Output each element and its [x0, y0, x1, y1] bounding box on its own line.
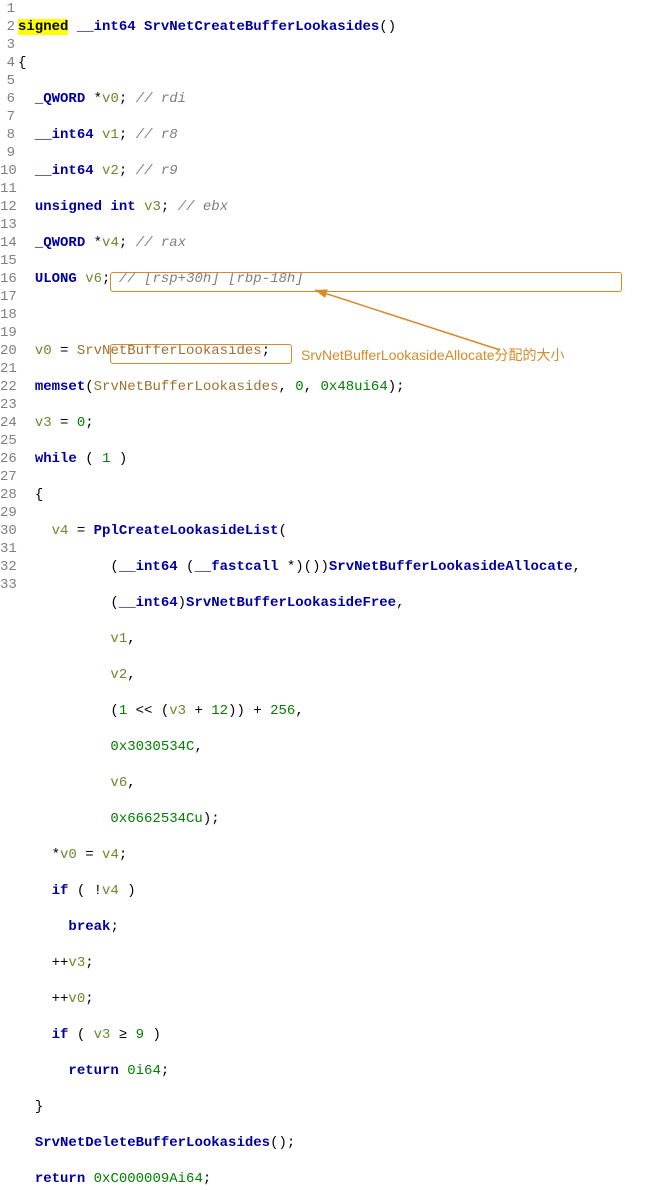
code-line: return 0xC000009Ai64;: [18, 1170, 581, 1188]
line-number: 8: [0, 126, 15, 144]
code-line: unsigned int v3; // ebx: [18, 198, 581, 216]
line-number: 24: [0, 414, 15, 432]
line-number: 5: [0, 72, 15, 90]
code-container: 1 2 3 4 5 6 7 8 9 10 11 12 13 14 15 16 1…: [0, 0, 671, 1190]
line-number: 31: [0, 540, 15, 558]
code-line: v6,: [18, 774, 581, 792]
line-number: 18: [0, 306, 15, 324]
line-number: 1: [0, 0, 15, 18]
line-number: 33: [0, 576, 15, 594]
line-number: 13: [0, 216, 15, 234]
line-number: 6: [0, 90, 15, 108]
line-number: 32: [0, 558, 15, 576]
line-number: 11: [0, 180, 15, 198]
line-number: 27: [0, 468, 15, 486]
code-line: {: [18, 54, 581, 72]
line-number: 30: [0, 522, 15, 540]
code-line: [18, 306, 581, 324]
line-number: 26: [0, 450, 15, 468]
line-number: 12: [0, 198, 15, 216]
comment: // r8: [136, 127, 178, 143]
comment: // rax: [136, 235, 186, 251]
line-number-gutter: 1 2 3 4 5 6 7 8 9 10 11 12 13 14 15 16 1…: [0, 0, 18, 1190]
code-line: _QWORD *v0; // rdi: [18, 90, 581, 108]
code-line: return 0i64;: [18, 1062, 581, 1080]
line-number: 20: [0, 342, 15, 360]
code-line: ++v0;: [18, 990, 581, 1008]
comment: // [rsp+30h] [rbp-18h]: [119, 271, 304, 287]
code-line: (__int64 (__fastcall *)())SrvNetBufferLo…: [18, 558, 581, 576]
code-line: ULONG v6; // [rsp+30h] [rbp-18h]: [18, 270, 581, 288]
code-line: SrvNetDeleteBufferLookasides();: [18, 1134, 581, 1152]
code-line: v2,: [18, 666, 581, 684]
code-line: while ( 1 ): [18, 450, 581, 468]
code-line: *v0 = v4;: [18, 846, 581, 864]
code-line: if ( v3 ≥ 9 ): [18, 1026, 581, 1044]
line-number: 9: [0, 144, 15, 162]
code-line: if ( !v4 ): [18, 882, 581, 900]
code-line: 0x6662534Cu);: [18, 810, 581, 828]
line-number: 2: [0, 18, 15, 36]
code-line: __int64 v2; // r9: [18, 162, 581, 180]
line-number: 23: [0, 396, 15, 414]
function-name: SrvNetCreateBufferLookasides: [144, 19, 379, 35]
code-line: ++v3;: [18, 954, 581, 972]
code-line: (1 << (v3 + 12)) + 256,: [18, 702, 581, 720]
line-number: 4: [0, 54, 15, 72]
code-line: v4 = PplCreateLookasideList(: [18, 522, 581, 540]
comment: // r9: [136, 163, 178, 179]
code-line: (__int64)SrvNetBufferLookasideFree,: [18, 594, 581, 612]
code-line: break;: [18, 918, 581, 936]
code-line: {: [18, 486, 581, 504]
code-line: signed __int64 SrvNetCreateBufferLookasi…: [18, 18, 581, 36]
keyword-signed: signed: [18, 19, 68, 35]
line-number: 15: [0, 252, 15, 270]
global-var: SrvNetBufferLookasides: [77, 343, 262, 359]
line-number: 28: [0, 486, 15, 504]
code-line: v0 = SrvNetBufferLookasides;: [18, 342, 581, 360]
line-number: 21: [0, 360, 15, 378]
comment: // ebx: [178, 199, 228, 215]
line-number: 22: [0, 378, 15, 396]
line-number: 7: [0, 108, 15, 126]
code-line: v3 = 0;: [18, 414, 581, 432]
code-line: memset(SrvNetBufferLookasides, 0, 0x48ui…: [18, 378, 581, 396]
line-number: 10: [0, 162, 15, 180]
line-number: 19: [0, 324, 15, 342]
line-number: 14: [0, 234, 15, 252]
code-line: 0x3030534C,: [18, 738, 581, 756]
line-number: 25: [0, 432, 15, 450]
line-number: 17: [0, 288, 15, 306]
code-line: v1,: [18, 630, 581, 648]
code-line: __int64 v1; // r8: [18, 126, 581, 144]
code-line: }: [18, 1098, 581, 1116]
line-number: 16: [0, 270, 15, 288]
code-body[interactable]: signed __int64 SrvNetCreateBufferLookasi…: [18, 0, 581, 1190]
line-number: 3: [0, 36, 15, 54]
code-line: _QWORD *v4; // rax: [18, 234, 581, 252]
comment: // rdi: [136, 91, 186, 107]
line-number: 29: [0, 504, 15, 522]
